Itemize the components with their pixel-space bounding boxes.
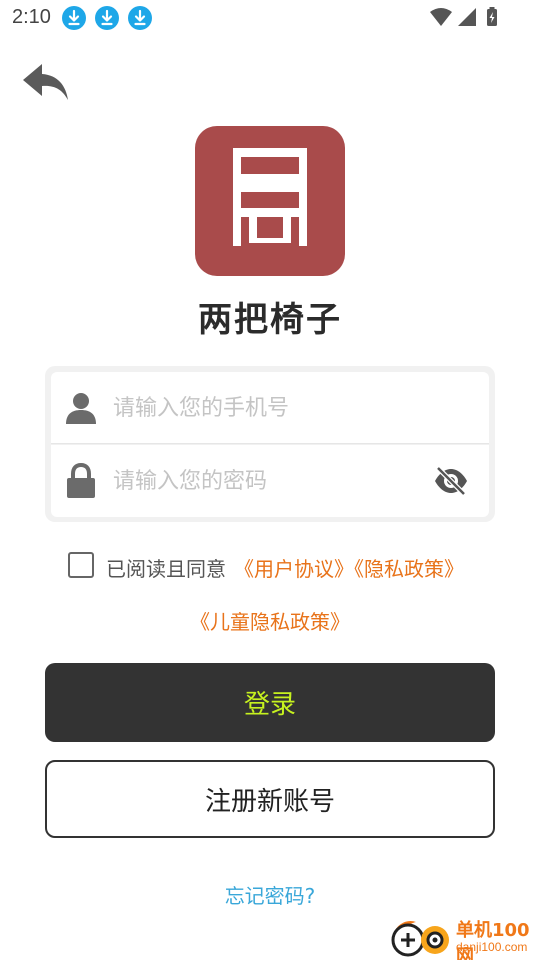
agreement-links: 《用户协议》《隐私政策》: [234, 553, 464, 582]
eye-off-icon: [435, 466, 467, 496]
agreement-prefix: 已阅读且同意: [106, 557, 226, 581]
status-right-group: [430, 7, 500, 33]
login-button[interactable]: 登录: [45, 663, 495, 742]
download-notification-icon: [95, 6, 119, 30]
child-privacy-policy-link[interactable]: 《儿童隐私政策》: [190, 610, 350, 634]
user-agreement-link[interactable]: 《用户协议》: [234, 557, 354, 581]
download-notification-icon: [128, 6, 152, 30]
forgot-password-link[interactable]: 忘记密码?: [0, 880, 540, 909]
app-name: 两把椅子: [198, 300, 342, 340]
watermark-logo-icon: [391, 920, 449, 957]
wifi-icon: [430, 8, 452, 26]
password-input[interactable]: [113, 463, 413, 499]
cellular-signal-icon: [458, 8, 476, 26]
privacy-policy-link[interactable]: 《隐私政策》: [354, 557, 464, 581]
toggle-password-visibility-button[interactable]: [433, 465, 469, 497]
phone-input[interactable]: [113, 390, 413, 426]
phone-field-row: [51, 372, 489, 444]
login-form: [45, 366, 495, 522]
status-time: 2:10: [12, 6, 51, 28]
status-bar: 2:10: [0, 0, 540, 36]
password-field-row: [51, 445, 489, 517]
back-button[interactable]: [20, 60, 72, 104]
battery-icon: [487, 7, 497, 26]
lock-icon: [63, 462, 99, 499]
download-notification-icon: [62, 6, 86, 30]
watermark-logo: 单机100网 danji100.com: [388, 914, 540, 960]
user-icon: [63, 390, 99, 426]
watermark-url: danji100.com: [456, 940, 528, 954]
back-arrow-icon: [23, 64, 68, 100]
register-button[interactable]: 注册新账号: [45, 760, 495, 838]
app-logo: [195, 126, 345, 276]
chair-icon: [233, 148, 307, 246]
agreement-checkbox[interactable]: [68, 552, 94, 578]
child-privacy-policy-row: 《儿童隐私政策》: [0, 606, 540, 635]
